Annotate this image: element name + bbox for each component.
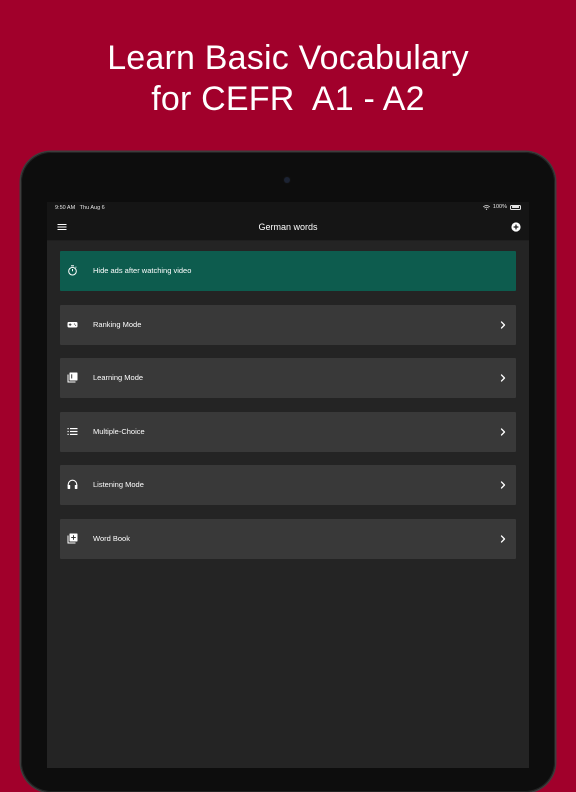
promo-headline-line2: for CEFR A1 - A2 — [151, 80, 425, 118]
library-icon — [67, 372, 78, 383]
navigation-bar: German words — [47, 214, 529, 241]
status-indicators: 100% — [483, 204, 521, 210]
ranking-mode-row[interactable]: Ranking Mode — [60, 304, 516, 345]
word-book-row[interactable]: Word Book — [60, 518, 516, 559]
wifi-icon — [483, 204, 490, 210]
multiple-choice-row[interactable]: Multiple-Choice — [60, 411, 516, 452]
battery-icon — [510, 204, 521, 210]
listening-mode-label: Listening Mode — [93, 480, 144, 489]
app-screen: 9:50 AM Thu Aug 6 100% German words Hide… — [47, 202, 529, 768]
battery-percent: 100% — [492, 204, 507, 210]
chevron-right-icon — [500, 320, 506, 329]
front-camera — [284, 177, 290, 183]
chevron-right-icon — [500, 427, 506, 436]
status-time: 9:50 AM Thu Aug 6 — [55, 205, 105, 211]
gamepad-icon — [67, 321, 78, 327]
mode-menu: Hide ads after watching video Ranking Mo… — [60, 251, 516, 572]
learning-mode-row[interactable]: Learning Mode — [60, 358, 516, 398]
promo-headline-line1: Learn Basic Vocabulary — [107, 39, 469, 77]
status-bar: 9:50 AM Thu Aug 6 100% — [47, 202, 529, 214]
multiple-choice-label: Multiple-Choice — [93, 426, 145, 436]
word-book-label: Word Book — [93, 533, 130, 543]
add-to-library-icon — [67, 533, 78, 543]
ranking-mode-label: Ranking Mode — [93, 319, 142, 329]
headphones-icon — [67, 479, 78, 489]
listening-mode-row[interactable]: Listening Mode — [60, 465, 516, 505]
page-title: German words — [258, 222, 318, 232]
add-circle-icon[interactable] — [511, 222, 521, 232]
hide-ads-label: Hide ads after watching video — [93, 266, 192, 275]
promo-headline: Learn Basic Vocabulary for CEFR A1 - A2 — [0, 38, 576, 120]
hide-ads-row[interactable]: Hide ads after watching video — [60, 251, 516, 291]
learning-mode-label: Learning Mode — [93, 373, 144, 382]
chevron-right-icon — [500, 481, 506, 489]
chevron-right-icon — [500, 534, 506, 543]
chevron-right-icon — [500, 374, 506, 382]
stopwatch-icon — [68, 265, 77, 276]
list-icon — [67, 427, 78, 435]
